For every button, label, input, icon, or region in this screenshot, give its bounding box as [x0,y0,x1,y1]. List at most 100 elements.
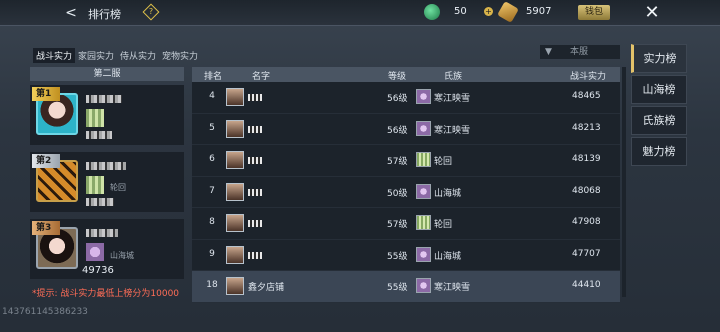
board-shanhai[interactable]: 山海榜 [631,75,687,104]
close-button[interactable]: ✕ [640,1,664,25]
table-row[interactable]: 5 56级 寒江映雪 48213 [192,113,620,145]
guild-cell: 寒江映雪 [434,94,471,104]
avatar [226,214,244,232]
rank-cell: 18 [206,280,218,290]
tab-attendant-power[interactable]: 侍从实力 [117,48,159,63]
avatar [226,245,244,264]
header-rank: 排名 [204,72,223,82]
guild-emblem-icon [416,120,431,136]
guild-emblem-icon [416,152,431,167]
table-scrollbar[interactable] [622,67,626,297]
power-cell: 48068 [572,185,601,196]
censored-name [86,229,118,237]
guild-cell: 轮回 [434,220,453,230]
avatar [226,182,244,201]
tab-combat-power[interactable]: 战斗实力 [33,48,76,63]
add-currency-icon[interactable]: + [484,7,493,16]
guild-cell: 轮回 [434,157,453,167]
censored-info [86,198,114,206]
avatar [226,151,244,169]
table-row[interactable]: 6 57级 轮回 48139 [192,145,620,177]
own-rank-row[interactable]: 18 鑫夕店铺 55级 寒江映雪 44410 [192,271,620,303]
board-charm[interactable]: 魅力榜 [631,137,687,166]
hint-text: *提示: 战斗实力最低上榜分为10000 [32,289,180,299]
board-clan[interactable]: 氏族榜 [631,106,687,135]
guild-cell: 山海城 [434,251,462,262]
user-id: 143761145386233 [2,307,88,317]
tab-pet-power[interactable]: 宠物实力 [159,48,201,63]
censored-name [248,157,262,164]
gold-value: 5907 [526,6,552,17]
power-cell: 47707 [572,248,601,259]
top-bar: < 排行榜 ? 50 + 5907 钱包 ✕ [0,0,720,26]
level-cell: 57级 [387,157,408,167]
level-cell: 56级 [387,125,408,136]
server-select-value: 本服 [570,47,589,57]
guild-emblem-icon [416,183,431,199]
table-row[interactable]: 7 50级 山海城 48068 [192,176,620,208]
power-cell: 48465 [572,91,601,101]
power-cell: 48213 [572,122,601,133]
guild-emblem-icon [86,109,104,127]
back-button[interactable]: < [60,3,82,23]
avatar [226,277,244,295]
guild-emblem-icon [416,278,431,293]
tab-home-power[interactable]: 家园实力 [75,48,117,63]
top-three-header: 第二服 [30,67,184,81]
censored-name [248,188,262,196]
censored-info [86,131,112,139]
rank-badge: 第1 [32,87,60,101]
top-card-2[interactable]: 第2 轮回 [30,152,184,212]
gold-currency-icon [497,1,519,23]
close-icon: ✕ [644,2,660,23]
censored-name [86,162,126,170]
guild-cell: 山海城 [434,188,462,199]
guild-cell: 寒江映雪 [434,125,471,136]
rank-badge: 第3 [32,221,60,235]
guild-name: 轮回 [110,183,126,192]
rank-cell: 4 [209,91,215,101]
server-select[interactable]: ▼ 本服 [540,45,620,59]
table-row[interactable]: 9 55级 山海城 47707 [192,239,620,271]
page-title: 排行榜 [88,8,121,21]
jade-currency-icon [424,4,440,20]
header-name: 名字 [252,72,271,82]
level-cell: 57级 [387,220,408,230]
top-card-3[interactable]: 第3 山海城 49736 [30,219,184,279]
guild-emblem-icon [86,176,104,194]
rank-cell: 6 [209,154,215,164]
power-cell: 48139 [572,154,601,164]
guild-name: 山海城 [110,251,134,260]
level-cell: 56级 [387,94,408,104]
guild-emblem-icon [416,246,431,262]
power-cell: 44410 [572,280,601,290]
ranking-table: 排名 名字 等级 氏族 战斗实力 4 56级 寒江映雪 48465 5 56级 … [192,67,620,303]
guild-emblem-icon [416,215,431,230]
censored-name [248,220,262,227]
rank-cell: 7 [209,185,215,196]
table-row[interactable]: 4 56级 寒江映雪 48465 [192,82,620,114]
table-header: 排名 名字 等级 氏族 战斗实力 [192,67,620,82]
level-cell: 50级 [387,188,408,199]
help-icon[interactable]: ? [142,3,160,21]
guild-emblem-icon [86,243,104,261]
board-strength[interactable]: 实力榜 [631,44,687,73]
table-row[interactable]: 8 57级 轮回 47908 [192,208,620,240]
censored-name [248,125,262,133]
header-power: 战斗实力 [570,72,607,82]
wallet-button[interactable]: 钱包 [578,5,610,20]
top-card-1[interactable]: 第1 [30,85,184,145]
guild-cell: 寒江映雪 [434,283,471,293]
top-three-panel: 第二服 第1 第2 轮回 第3 山海城 49736 [30,67,184,282]
board-tabs: 实力榜 山海榜 氏族榜 魅力榜 [631,44,687,168]
rank-cell: 8 [209,217,215,227]
level-cell: 55级 [387,251,408,262]
avatar [226,88,244,106]
player-name: 鑫夕店铺 [248,283,285,293]
combat-power-value: 49736 [82,265,114,276]
level-cell: 55级 [387,283,408,293]
censored-name [248,94,262,101]
header-guild: 氏族 [444,72,463,82]
jade-value: 50 [454,6,467,17]
header-level: 等级 [388,72,407,82]
